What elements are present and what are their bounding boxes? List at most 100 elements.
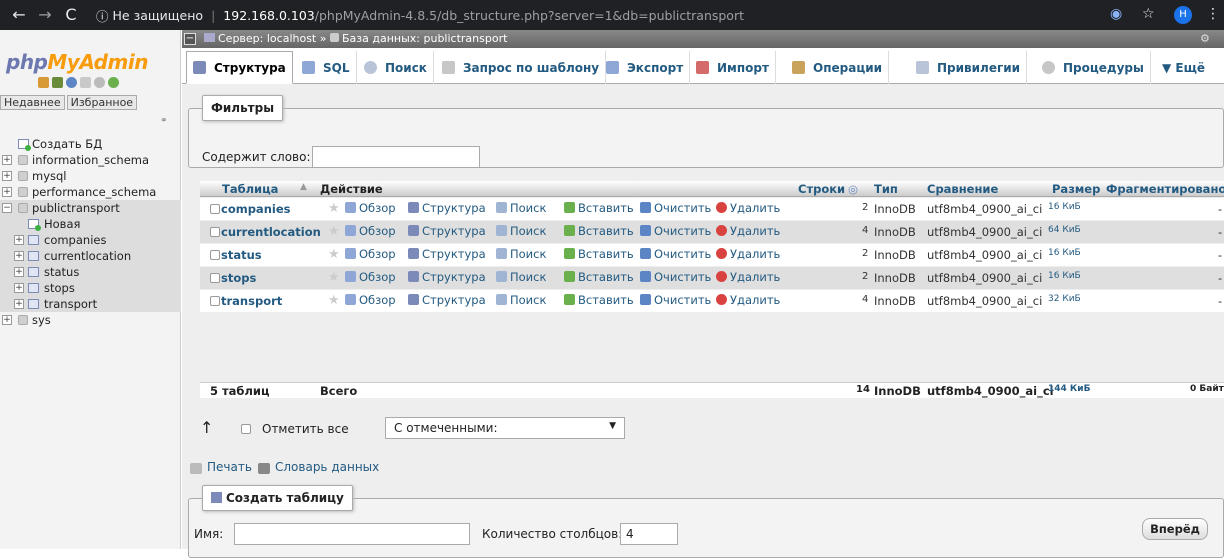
extension-icon[interactable]: ◉ xyxy=(1110,6,1122,22)
collapse-icon[interactable]: − xyxy=(2,203,12,213)
reload-icon[interactable]: C xyxy=(60,5,82,24)
table-name-link[interactable]: currentlocation xyxy=(221,225,321,239)
action-structure[interactable]: Структура xyxy=(408,247,486,261)
address-bar[interactable]: ⓘ Не защищено | 192.168.0.103 /phpMyAdmi… xyxy=(96,3,1096,27)
favorite-star-icon[interactable]: ★ xyxy=(328,224,340,239)
tab-export[interactable]: Экспорт xyxy=(600,51,691,84)
tab-recent[interactable]: Недавнее xyxy=(0,95,65,110)
action-empty[interactable]: Очистить xyxy=(640,293,711,307)
action-insert[interactable]: Вставить xyxy=(564,224,634,238)
expand-icon[interactable]: + xyxy=(14,267,24,277)
tab-privileges[interactable]: Привилегии xyxy=(910,51,1028,84)
expand-icon[interactable]: + xyxy=(14,299,24,309)
expand-icon[interactable]: + xyxy=(14,283,24,293)
print-icon[interactable] xyxy=(190,463,202,474)
action-drop[interactable]: Удалить xyxy=(716,224,780,238)
action-insert[interactable]: Вставить xyxy=(564,201,634,215)
breadcrumb-database[interactable]: База данных: publictransport xyxy=(342,32,507,45)
expand-icon[interactable]: + xyxy=(2,315,12,325)
tree-item-stops[interactable]: + stops xyxy=(0,280,181,296)
tree-item-new-table[interactable]: Новая xyxy=(0,216,181,232)
expand-icon[interactable]: + xyxy=(14,235,24,245)
tab-operations[interactable]: Операции xyxy=(786,51,890,84)
header-rows[interactable]: Строки xyxy=(798,182,845,196)
header-collation[interactable]: Сравнение xyxy=(927,182,998,196)
action-structure[interactable]: Структура xyxy=(408,293,486,307)
tree-item-mysql[interactable]: + mysql xyxy=(0,168,181,184)
expand-icon[interactable]: + xyxy=(2,187,12,197)
tree-item-publictransport[interactable]: − publictransport xyxy=(0,200,181,216)
header-overhead[interactable]: Фрагментировано xyxy=(1106,182,1224,196)
favorite-star-icon[interactable]: ★ xyxy=(328,293,340,308)
menu-dots-icon[interactable]: ⋮ xyxy=(1206,6,1220,22)
forward-icon[interactable]: → xyxy=(34,5,56,24)
settings-gear-icon[interactable]: ⚙ xyxy=(1200,30,1210,48)
action-search[interactable]: Поиск xyxy=(496,270,546,284)
action-search[interactable]: Поиск xyxy=(496,247,546,261)
tree-item-performance-schema[interactable]: + performance_schema xyxy=(0,184,181,200)
filter-input[interactable] xyxy=(312,146,480,168)
action-browse[interactable]: Обзор xyxy=(345,224,396,238)
action-drop[interactable]: Удалить xyxy=(716,293,780,307)
reload-nav-icon[interactable] xyxy=(108,77,119,88)
columns-input[interactable]: 4 xyxy=(620,523,678,545)
bookmark-star-icon[interactable]: ☆ xyxy=(1142,6,1155,22)
row-checkbox[interactable] xyxy=(210,227,220,237)
table-name-link[interactable]: transport xyxy=(221,294,282,308)
tab-more[interactable]: ▼ Ещё xyxy=(1156,51,1211,84)
row-checkbox[interactable] xyxy=(210,204,220,214)
action-insert[interactable]: Вставить xyxy=(564,247,634,261)
home-icon[interactable] xyxy=(38,77,49,88)
action-empty[interactable]: Очистить xyxy=(640,247,711,261)
tree-item-companies[interactable]: + companies xyxy=(0,232,181,248)
header-table[interactable]: Таблица xyxy=(222,182,278,196)
check-all-checkbox[interactable] xyxy=(241,424,251,434)
row-checkbox[interactable] xyxy=(210,296,220,306)
size[interactable]: 16 КиБ xyxy=(1048,271,1081,281)
tab-favorites[interactable]: Избранное xyxy=(66,95,138,110)
action-search[interactable]: Поиск xyxy=(496,293,546,307)
avatar[interactable]: H xyxy=(1174,6,1192,24)
action-empty[interactable]: Очистить xyxy=(640,201,711,215)
tree-item-create-db[interactable]: Создать БД xyxy=(0,136,181,152)
tree-item-status[interactable]: + status xyxy=(0,264,181,280)
table-name-link[interactable]: companies xyxy=(221,202,290,216)
table-name-input[interactable] xyxy=(234,523,470,545)
settings-icon[interactable] xyxy=(94,77,105,88)
tab-query[interactable]: Запрос по шаблону xyxy=(436,51,607,84)
action-browse[interactable]: Обзор xyxy=(345,293,396,307)
tab-search[interactable]: Поиск xyxy=(358,51,434,84)
docs-icon[interactable] xyxy=(80,77,91,88)
expand-icon[interactable]: + xyxy=(2,171,12,181)
action-browse[interactable]: Обзор xyxy=(345,247,396,261)
print-link[interactable]: Печать xyxy=(207,460,252,474)
size[interactable]: 64 КиБ xyxy=(1048,225,1081,235)
phpmyadmin-logo[interactable]: phpMyAdmin xyxy=(6,50,148,74)
collapse-nav-icon[interactable]: − xyxy=(184,33,196,45)
action-structure[interactable]: Структура xyxy=(408,224,486,238)
go-button[interactable]: Вперёд xyxy=(1142,518,1208,540)
info-icon[interactable]: ⓘ xyxy=(96,6,109,25)
tree-item-currentlocation[interactable]: + currentlocation xyxy=(0,248,181,264)
favorite-star-icon[interactable]: ★ xyxy=(328,201,340,216)
action-browse[interactable]: Обзор xyxy=(345,270,396,284)
row-checkbox[interactable] xyxy=(210,250,220,260)
tree-item-information-schema[interactable]: + information_schema xyxy=(0,152,181,168)
action-empty[interactable]: Очистить xyxy=(640,270,711,284)
dictionary-link[interactable]: Словарь данных xyxy=(275,460,379,474)
row-checkbox[interactable] xyxy=(210,273,220,283)
action-insert[interactable]: Вставить xyxy=(564,270,634,284)
table-name-link[interactable]: status xyxy=(221,248,262,262)
action-drop[interactable]: Удалить xyxy=(716,201,780,215)
breadcrumb-server[interactable]: Сервер: localhost xyxy=(218,32,316,45)
logout-icon[interactable] xyxy=(52,77,63,88)
action-drop[interactable]: Удалить xyxy=(716,270,780,284)
expand-icon[interactable]: + xyxy=(2,155,12,165)
action-drop[interactable]: Удалить xyxy=(716,247,780,261)
size[interactable]: 16 КиБ xyxy=(1048,202,1081,212)
action-structure[interactable]: Структура xyxy=(408,270,486,284)
dictionary-icon[interactable] xyxy=(258,463,270,474)
action-search[interactable]: Поиск xyxy=(496,224,546,238)
action-insert[interactable]: Вставить xyxy=(564,293,634,307)
table-name-link[interactable]: stops xyxy=(221,271,256,285)
